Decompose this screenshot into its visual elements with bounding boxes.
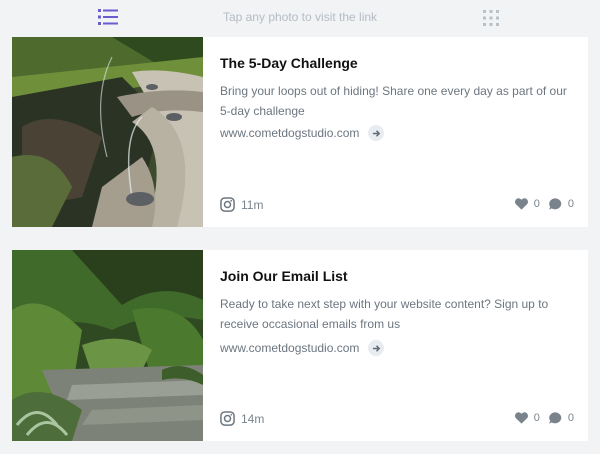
hint-text: Tap any photo to visit the link bbox=[222, 10, 378, 24]
comment-stat[interactable]: 0 bbox=[548, 411, 574, 425]
post-card: Join Our Email List Ready to take next s… bbox=[12, 250, 588, 441]
like-count: 0 bbox=[533, 412, 540, 424]
instagram-icon bbox=[220, 411, 235, 426]
post-card: The 5-Day Challenge Bring your loops out… bbox=[12, 37, 588, 227]
post-footer: 14m 0 0 bbox=[220, 411, 574, 429]
grid-view-icon[interactable] bbox=[482, 9, 500, 27]
comment-icon bbox=[548, 412, 562, 424]
arrow-right-icon[interactable] bbox=[368, 340, 385, 356]
post-link-text[interactable]: www.cometdogstudio.com bbox=[220, 341, 359, 355]
like-stat[interactable]: 0 bbox=[514, 197, 540, 211]
top-bar: Tap any photo to visit the link bbox=[0, 0, 600, 36]
heart-icon bbox=[514, 412, 528, 424]
like-stat[interactable]: 0 bbox=[514, 411, 540, 425]
like-count: 0 bbox=[533, 198, 540, 210]
post-link-text[interactable]: www.cometdogstudio.com bbox=[220, 126, 359, 140]
comment-count: 0 bbox=[567, 198, 574, 210]
post-time: 11m bbox=[241, 198, 264, 212]
comment-stat[interactable]: 0 bbox=[548, 197, 574, 211]
comment-count: 0 bbox=[567, 412, 574, 424]
post-description: Ready to take next step with your websit… bbox=[220, 297, 549, 331]
post-footer: 11m 0 0 bbox=[220, 197, 574, 215]
comment-icon bbox=[548, 198, 562, 210]
post-description: Bring your loops out of hiding! Share on… bbox=[220, 84, 567, 118]
post-title[interactable]: Join Our Email List bbox=[220, 268, 348, 284]
arrow-right-icon[interactable] bbox=[368, 125, 385, 141]
post-title[interactable]: The 5-Day Challenge bbox=[220, 55, 358, 71]
post-time: 14m bbox=[241, 412, 265, 426]
garden-path-photo[interactable] bbox=[12, 250, 203, 441]
post-link[interactable]: www.cometdogstudio.com bbox=[220, 125, 385, 141]
post-link[interactable]: www.cometdogstudio.com bbox=[220, 340, 385, 356]
fountain-photo[interactable] bbox=[12, 37, 203, 227]
instagram-icon bbox=[220, 197, 235, 212]
heart-icon bbox=[514, 198, 528, 210]
